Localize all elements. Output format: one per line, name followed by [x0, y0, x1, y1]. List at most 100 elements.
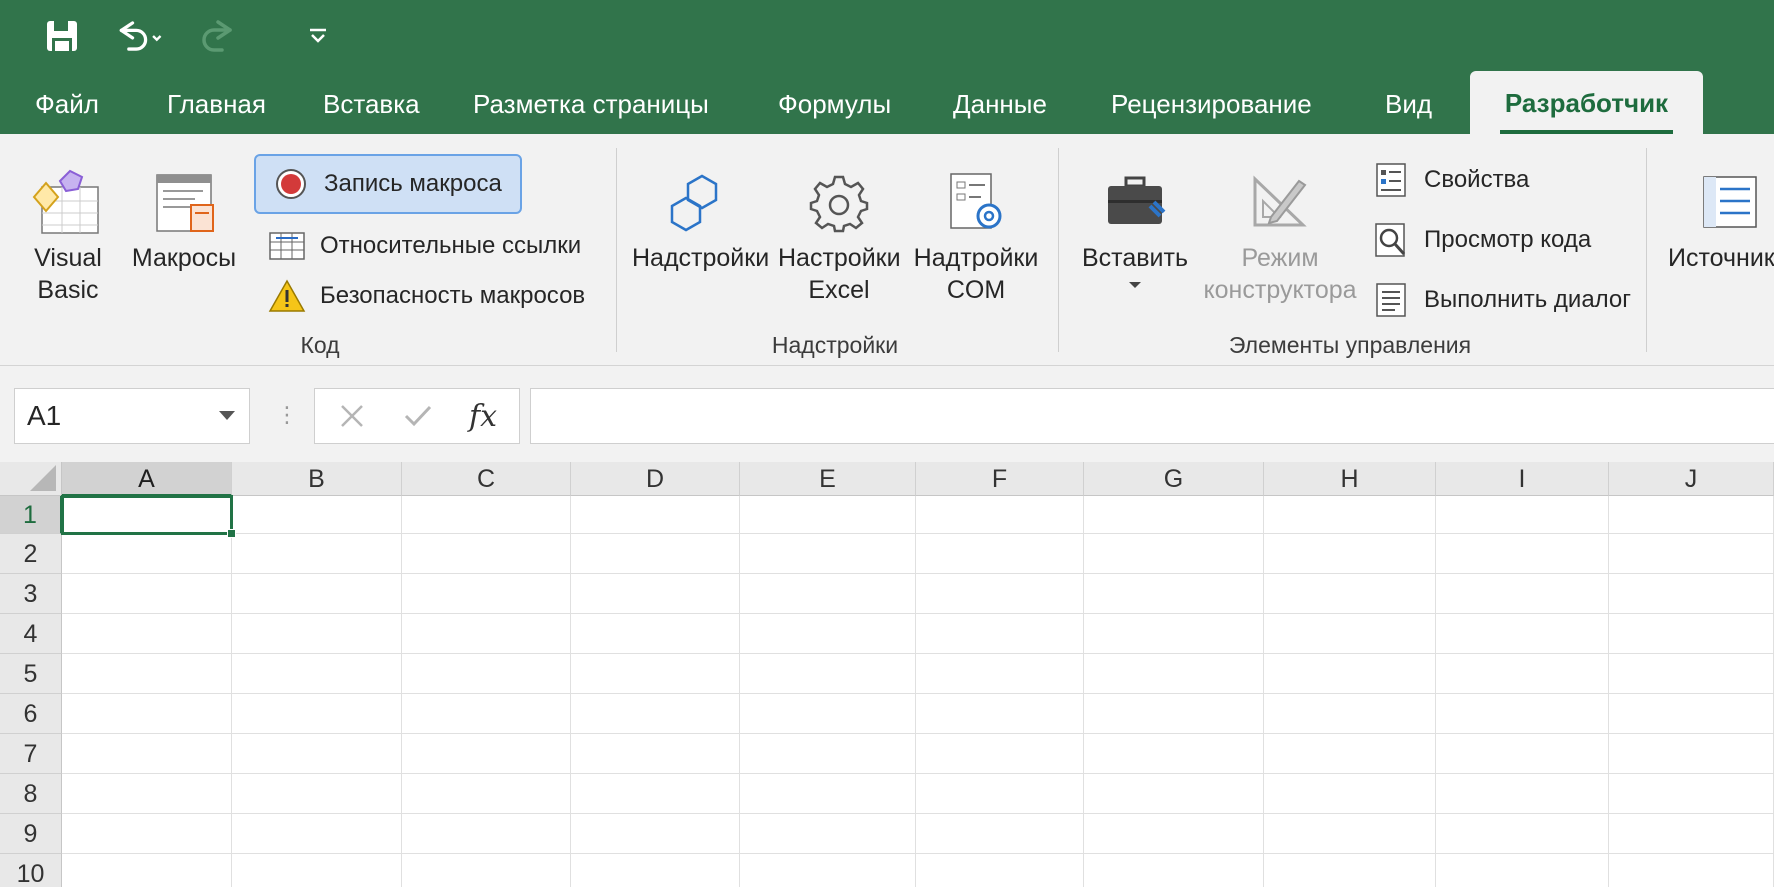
column-header-b[interactable]: B: [232, 462, 402, 496]
active-cell[interactable]: [61, 495, 236, 538]
design-mode-label-line2: конструктора: [1203, 276, 1357, 304]
tab-file[interactable]: Файл: [35, 72, 99, 134]
confirm-entry-button[interactable]: [393, 389, 443, 443]
row-header-8[interactable]: 8: [0, 774, 62, 814]
run-dialog-icon: [1370, 279, 1412, 321]
column-header-j[interactable]: J: [1609, 462, 1774, 496]
tab-data[interactable]: Данные: [953, 72, 1047, 134]
xml-source-icon: [1703, 176, 1757, 228]
warning-icon: [266, 275, 308, 317]
com-addins-label-line1: Надтройки: [913, 244, 1039, 272]
formula-bar: A1 ⋮ fx: [0, 366, 1774, 462]
column-header-c[interactable]: C: [402, 462, 571, 496]
macros-button[interactable]: Макросы: [128, 164, 240, 274]
relative-references-button[interactable]: Относительные ссылки: [266, 222, 581, 270]
row-gridline: [62, 813, 1774, 814]
properties-icon: [1370, 159, 1412, 201]
com-addins-icon: [950, 173, 1002, 229]
column-header-f[interactable]: F: [916, 462, 1084, 496]
record-macro-label: Запись макроса: [324, 170, 502, 197]
row-gridline: [62, 853, 1774, 854]
tab-formulas[interactable]: Формулы: [778, 72, 891, 134]
column-header-g[interactable]: G: [1084, 462, 1264, 496]
customize-qat-button[interactable]: [290, 8, 346, 64]
design-mode-icon: [1253, 175, 1307, 227]
group-label-controls: Элементы управления: [1228, 332, 1472, 358]
macro-security-button[interactable]: Безопасность макросов: [266, 272, 585, 320]
design-mode-button[interactable]: Режим конструктора: [1198, 164, 1362, 306]
insert-control-label: Вставить: [1082, 244, 1188, 272]
addins-icon: [670, 174, 718, 232]
worksheet-grid[interactable]: ABCDEFGHIJ 1 2 3 4 5 6 7 8 9 10: [0, 462, 1774, 887]
group-separator: [616, 148, 617, 352]
column-header-i[interactable]: I: [1436, 462, 1609, 496]
tab-developer[interactable]: Разработчик: [1470, 71, 1703, 134]
group-label-addins: Надстройки: [771, 332, 899, 358]
redo-icon: [202, 20, 232, 52]
excel-addins-label-line1: Настройки: [778, 244, 901, 272]
row-header-2[interactable]: 2: [0, 534, 62, 574]
properties-label: Свойства: [1424, 166, 1530, 193]
name-box-value: A1: [27, 400, 62, 431]
redo-button[interactable]: [192, 8, 248, 64]
row-header-4[interactable]: 4: [0, 614, 62, 654]
relative-references-label: Относительные ссылки: [320, 232, 582, 259]
excel-addins-button[interactable]: Настройки Excel: [778, 164, 901, 306]
visual-basic-label-line2: Basic: [37, 276, 99, 304]
row-header-5[interactable]: 5: [0, 654, 62, 694]
record-macro-button[interactable]: Запись макроса: [254, 154, 522, 214]
tab-home[interactable]: Главная: [167, 72, 266, 134]
column-gridline: [915, 496, 916, 887]
visual-basic-icon: [32, 169, 99, 234]
ribbon: Visual Basic Макросы Запись макроса Отно…: [0, 134, 1774, 366]
visual-basic-label-line1: Visual: [34, 244, 102, 272]
com-addins-button[interactable]: Надтройки COM: [912, 164, 1040, 306]
addins-button[interactable]: Надстройки: [632, 164, 769, 274]
tab-insert[interactable]: Вставка: [323, 72, 420, 134]
view-code-button[interactable]: Просмотр кода: [1370, 216, 1591, 264]
undo-icon: [119, 21, 162, 51]
row-header-7[interactable]: 7: [0, 734, 62, 774]
cancel-entry-button[interactable]: [327, 389, 377, 443]
row-header-10[interactable]: 10: [0, 854, 62, 887]
excel-addins-label-line2: Excel: [808, 276, 870, 304]
visual-basic-button[interactable]: Visual Basic: [20, 164, 116, 306]
tab-review[interactable]: Рецензирование: [1111, 72, 1312, 134]
column-gridline: [739, 496, 740, 887]
customize-qat-icon: [310, 28, 326, 43]
name-box-dropdown-icon[interactable]: [219, 411, 235, 420]
group-separator: [1058, 148, 1059, 352]
insert-control-button[interactable]: Вставить: [1076, 164, 1194, 290]
gear-icon: [809, 175, 869, 233]
row-header-9[interactable]: 9: [0, 814, 62, 854]
column-gridline: [570, 496, 571, 887]
insert-function-button[interactable]: fx: [455, 389, 511, 443]
undo-button[interactable]: [112, 8, 168, 64]
formula-bar-splitter-icon[interactable]: ⋮: [276, 402, 298, 428]
title-bar: [0, 0, 1774, 72]
column-header-h[interactable]: H: [1264, 462, 1436, 496]
com-addins-label-line2: COM: [946, 276, 1006, 304]
select-all-button[interactable]: [0, 462, 62, 496]
checkmark-icon: [404, 405, 432, 427]
row-header-1[interactable]: 1: [0, 496, 62, 534]
tab-developer-label: Разработчик: [1504, 88, 1669, 118]
column-gridline: [1608, 496, 1609, 887]
column-header-a[interactable]: A: [62, 462, 232, 496]
row-gridline: [62, 733, 1774, 734]
row-header-6[interactable]: 6: [0, 694, 62, 734]
row-gridline: [62, 693, 1774, 694]
column-header-d[interactable]: D: [571, 462, 740, 496]
row-header-3[interactable]: 3: [0, 574, 62, 614]
tab-view[interactable]: Вид: [1385, 72, 1432, 134]
column-header-e[interactable]: E: [740, 462, 916, 496]
name-box[interactable]: A1: [14, 388, 250, 444]
save-button[interactable]: [34, 8, 90, 64]
formula-input[interactable]: [530, 388, 1774, 444]
xml-source-button[interactable]: Источник: [1660, 164, 1774, 274]
fill-handle[interactable]: [227, 529, 236, 538]
tab-page-layout[interactable]: Разметка страницы: [473, 72, 709, 134]
run-dialog-label: Выполнить диалог: [1424, 286, 1632, 313]
properties-button[interactable]: Свойства: [1370, 156, 1529, 204]
run-dialog-button[interactable]: Выполнить диалог: [1370, 276, 1631, 324]
